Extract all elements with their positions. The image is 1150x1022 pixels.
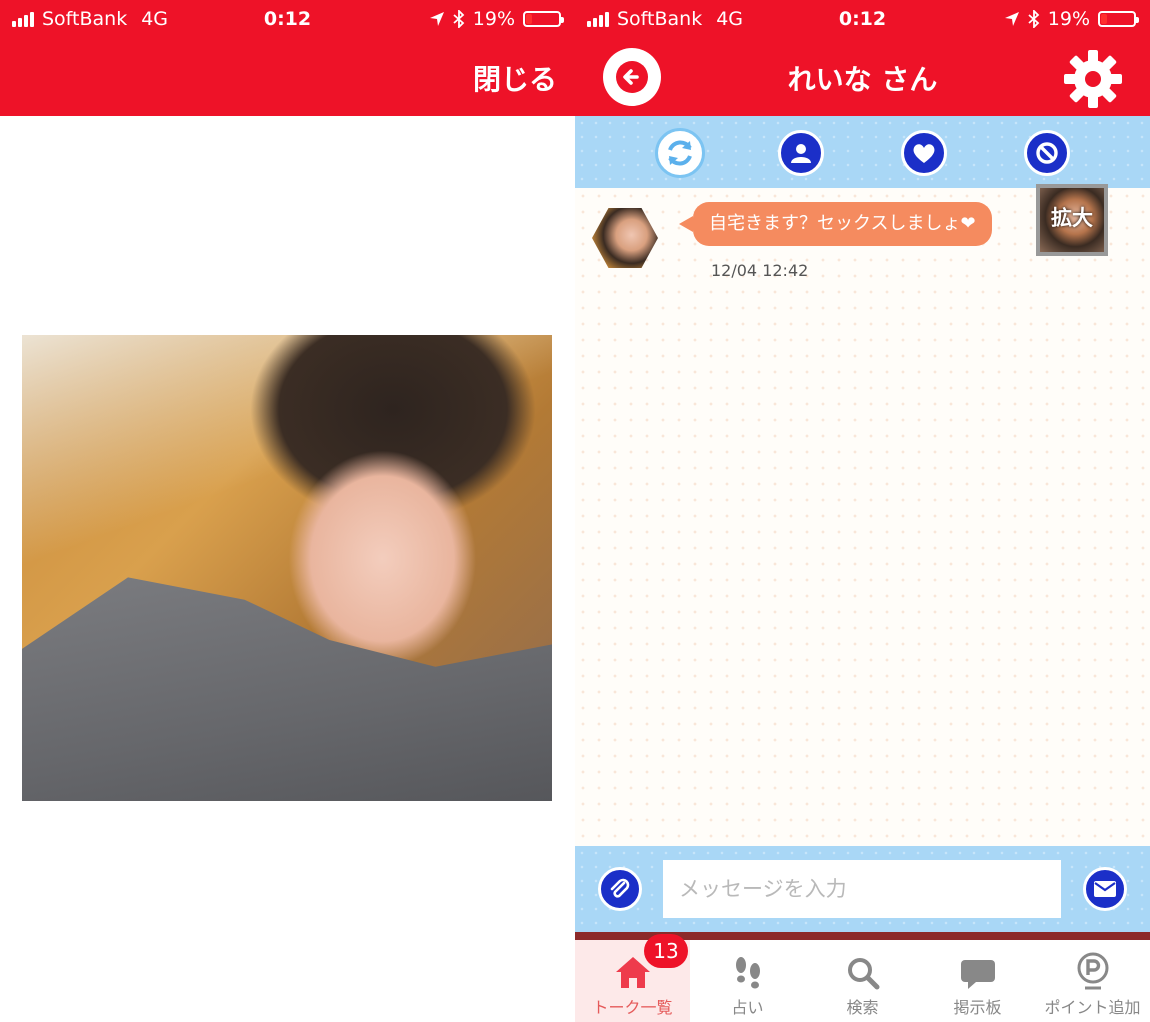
gear-icon	[1064, 50, 1122, 108]
tab-talk-list[interactable]: トーク一覧 13	[575, 934, 690, 1022]
point-icon	[1077, 952, 1108, 990]
chat-screen: SoftBank 4G 0:12 19% れいな さん 自宅きます？セックスしま…	[575, 0, 1150, 1022]
tab-add-points[interactable]: ポイント追加	[1035, 940, 1150, 1022]
photo-detail	[22, 577, 552, 801]
attach-button[interactable]	[598, 867, 642, 911]
viewer-header: 閉じる	[0, 38, 575, 116]
block-icon	[1036, 142, 1058, 164]
tab-label: 掲示板	[953, 998, 1002, 1017]
refresh-button[interactable]	[655, 128, 705, 178]
message-list: 自宅きます？セックスしましょ❤ 12/04 12:42 拡大	[575, 184, 1150, 846]
tab-fortune[interactable]: 占い	[690, 940, 805, 1022]
photo-viewer-screen: SoftBank 4G 0:12 19% 閉じる	[0, 0, 575, 1022]
refresh-icon	[668, 140, 692, 166]
envelope-icon	[1094, 881, 1116, 897]
tab-label: トーク一覧	[592, 998, 673, 1017]
chat-toolbar	[575, 116, 1150, 188]
avatar[interactable]	[592, 208, 658, 268]
tab-label: 占い	[731, 998, 764, 1017]
favorite-button[interactable]	[901, 130, 947, 176]
battery-percent: 19%	[1047, 8, 1090, 30]
status-bar: SoftBank 4G 0:12 19%	[0, 0, 575, 38]
heart-icon	[913, 144, 935, 163]
paperclip-icon	[610, 878, 630, 898]
status-bar: SoftBank 4G 0:12 19%	[575, 0, 1150, 38]
chat-header: れいな さん	[575, 38, 1150, 116]
chat-bubble-icon	[960, 960, 995, 989]
tab-label: ポイント追加	[1044, 998, 1141, 1017]
settings-button[interactable]	[1062, 48, 1124, 110]
unread-badge: 13	[644, 934, 688, 968]
profile-button[interactable]	[778, 130, 824, 176]
message-timestamp: 12/04 12:42	[711, 261, 809, 280]
battery-percent: 19%	[472, 8, 515, 30]
battery-icon	[1098, 11, 1139, 27]
location-arrow-icon	[1004, 12, 1019, 26]
location-arrow-icon	[429, 12, 444, 26]
user-icon	[791, 144, 811, 163]
footprints-icon	[735, 957, 760, 989]
block-button[interactable]	[1024, 130, 1070, 176]
message-input-bar	[575, 846, 1150, 932]
tab-label: 検索	[846, 998, 879, 1017]
bluetooth-icon	[1028, 10, 1040, 28]
profile-photo	[22, 335, 552, 801]
tab-board[interactable]: 掲示板	[920, 940, 1035, 1022]
bluetooth-icon	[453, 10, 465, 28]
battery-icon	[523, 11, 564, 27]
search-icon	[847, 958, 879, 990]
bottom-tab-bar: トーク一覧 13 占い 検索 掲示板 ポイント追加	[575, 934, 1150, 1022]
tab-search[interactable]: 検索	[805, 940, 920, 1022]
send-button[interactable]	[1083, 867, 1127, 911]
zoom-image-button[interactable]: 拡大	[1036, 184, 1108, 256]
message-input[interactable]	[663, 860, 1061, 918]
close-button[interactable]: 閉じる	[473, 58, 557, 98]
message-bubble: 自宅きます？セックスしましょ❤	[679, 202, 992, 246]
